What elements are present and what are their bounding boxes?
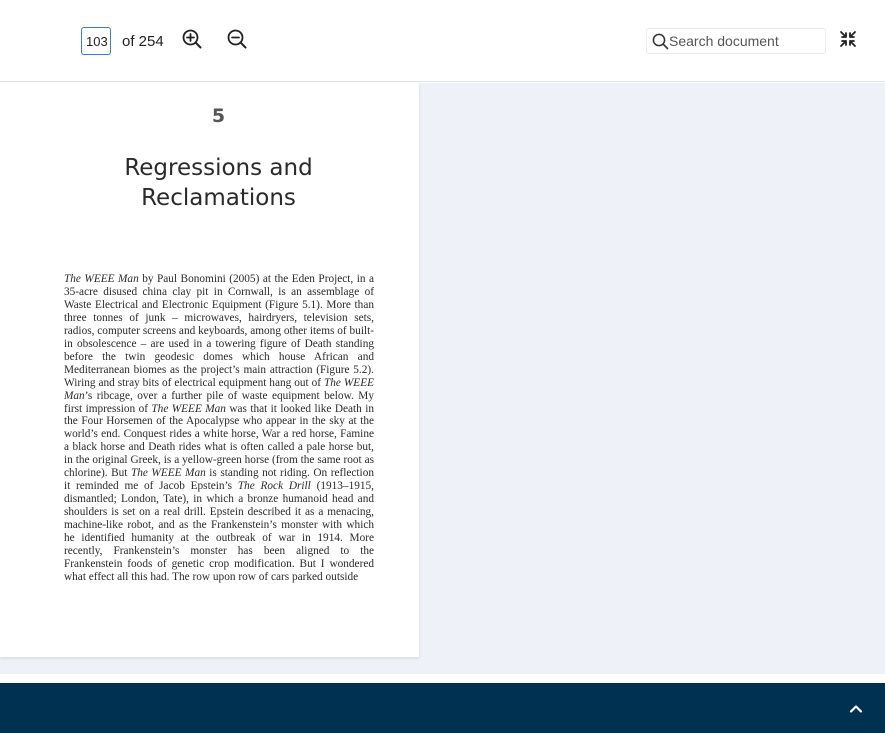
viewer-bottom-gap bbox=[0, 674, 885, 683]
zoom-out-icon[interactable] bbox=[226, 28, 248, 50]
document-viewer[interactable]: 5 Regressions and Reclamations The WEEE … bbox=[0, 83, 885, 674]
italic-title-run: The Rock Drill bbox=[237, 480, 311, 493]
chapter-title-line-2: Reclamations bbox=[141, 185, 296, 211]
chapter-title-line-1: Regressions and bbox=[124, 155, 313, 181]
italic-title-run: The WEEE Man bbox=[130, 467, 206, 480]
chevron-up-icon[interactable] bbox=[848, 703, 864, 715]
text-run: by Paul Bonomini (2005) at the Eden Proj… bbox=[64, 273, 374, 389]
collapse-icon[interactable] bbox=[838, 29, 858, 49]
chapter-body-paragraph: The WEEE Man by Paul Bonomini (2005) at … bbox=[64, 273, 374, 584]
page-number-input[interactable] bbox=[81, 27, 111, 55]
document-page: 5 Regressions and Reclamations The WEEE … bbox=[0, 83, 419, 657]
italic-title-run: The WEEE Man bbox=[64, 273, 139, 285]
chapter-number: 5 bbox=[211, 105, 226, 127]
text-run: (1913–1915, dismantled; London, Tate), i… bbox=[64, 480, 374, 583]
italic-title-run: The WEEE Man bbox=[151, 402, 226, 415]
site-footer bbox=[0, 683, 885, 733]
viewer-toolbar: of 254 bbox=[0, 0, 885, 82]
search-box[interactable] bbox=[646, 28, 826, 54]
zoom-in-icon[interactable] bbox=[181, 28, 203, 50]
search-icon bbox=[652, 33, 669, 50]
page-count-label: of 254 bbox=[122, 33, 164, 50]
search-input[interactable] bbox=[669, 30, 819, 52]
chapter-title: Regressions and Reclamations bbox=[0, 153, 437, 213]
